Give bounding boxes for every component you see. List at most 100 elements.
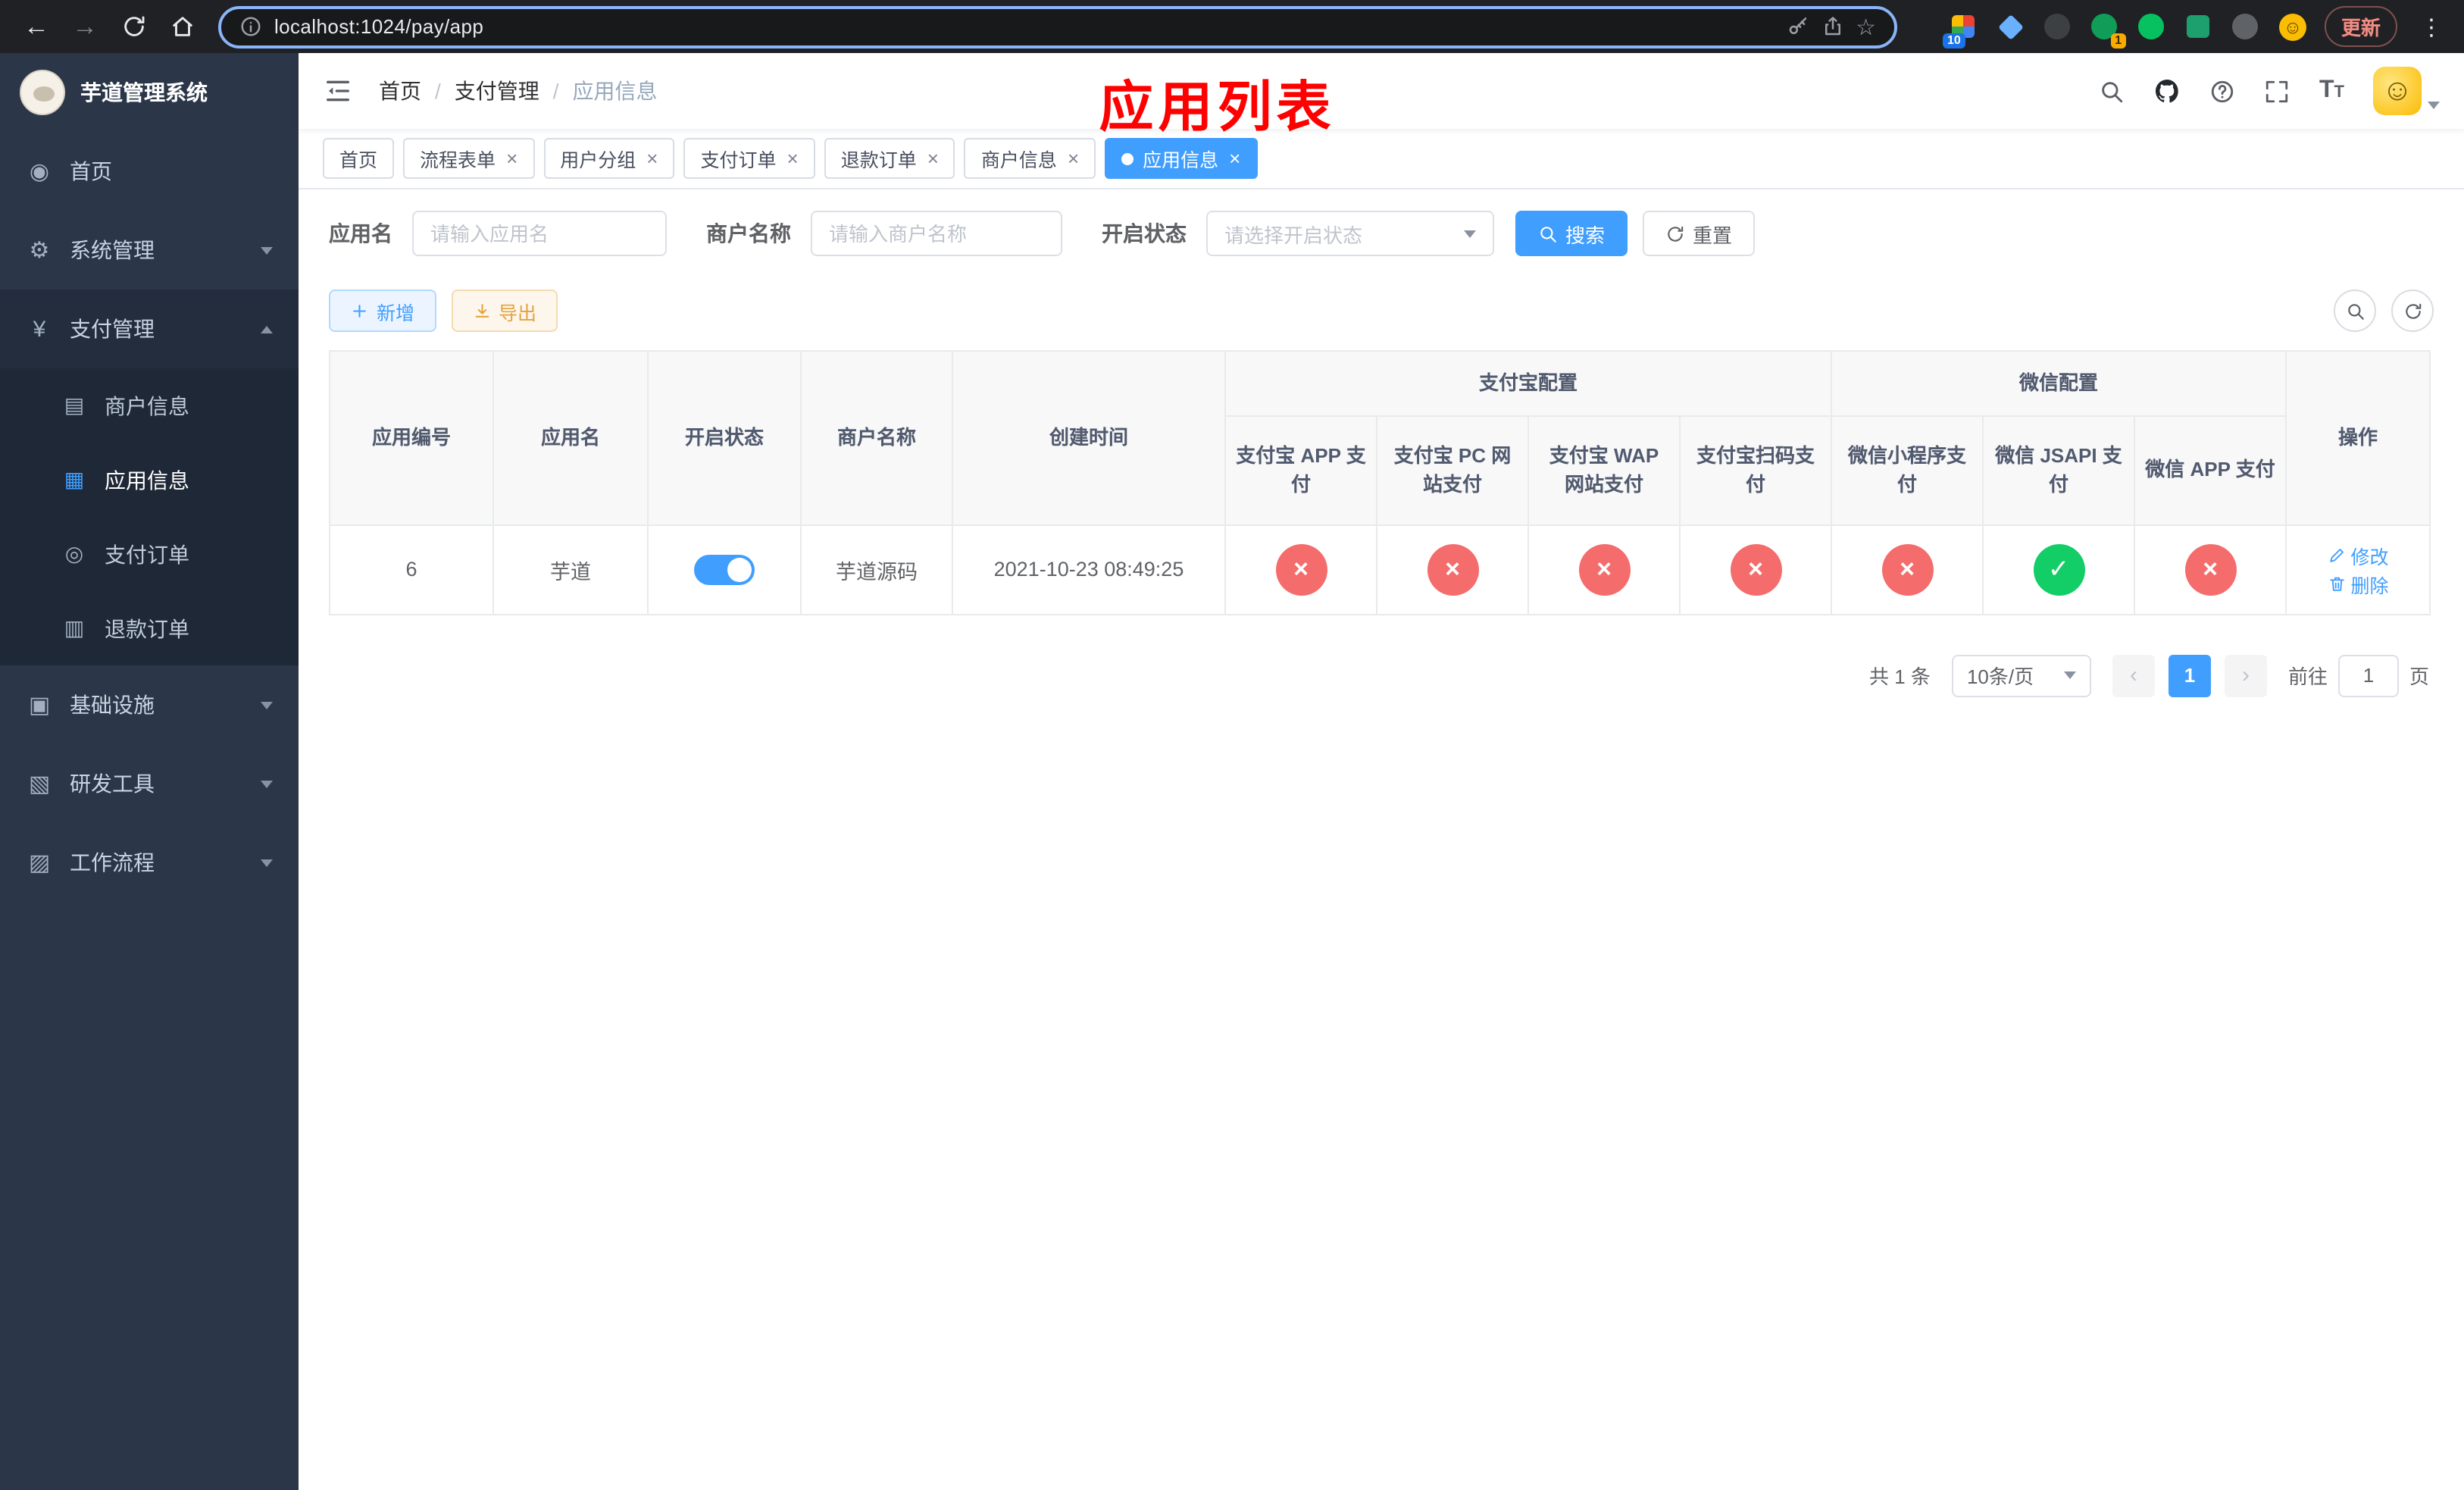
sidebar-item-pay-order[interactable]: ◎ 支付订单 [0,517,299,591]
extension-badge: 10 [1942,33,1965,48]
sidebar-item-infra[interactable]: ▣ 基础设施 [0,665,299,744]
delete-link[interactable]: 删除 [2328,569,2389,598]
diamond-extension-icon[interactable] [1996,11,2026,42]
dark-extension-icon[interactable] [2043,11,2073,42]
sidebar-item-dev-tools[interactable]: ▧ 研发工具 [0,744,299,823]
close-tab-icon[interactable]: × [506,149,518,168]
info-icon[interactable] [239,15,262,38]
user-menu[interactable]: ☺ [2373,67,2440,115]
key-icon[interactable] [1786,15,1809,38]
tab-home[interactable]: 首页 [323,138,395,179]
col-create-time: 创建时间 [952,350,1226,525]
col-alipay-qr: 支付宝扫码支付 [1678,415,1833,525]
wx-app-status-icon: × [2184,543,2237,595]
tab-process-form[interactable]: 流程表单 × [403,138,535,179]
cell-actions: 修改 删除 [2285,524,2431,615]
sidebar-item-home[interactable]: ◉ 首页 [0,132,299,211]
close-tab-icon[interactable]: × [1068,149,1079,168]
browser-update-button[interactable]: 更新 [2324,6,2397,47]
table-row: 6 芋道 芋道源码 2021-10-23 08:49:25 × × × × × [329,524,2431,615]
sidebar-item-merchant-info[interactable]: ▤ 商户信息 [0,368,299,443]
back-icon[interactable]: ← [15,5,58,48]
help-icon[interactable] [2210,78,2236,104]
tab-merchant-info[interactable]: 商户信息 × [964,138,1096,179]
address-bar[interactable]: localhost:1024/pay/app ☆ [218,5,1897,48]
app-name-input[interactable] [412,211,667,256]
notes-extension-icon[interactable] [2184,11,2214,42]
tab-pay-order[interactable]: 支付订单 × [683,138,815,179]
col-wx-app: 微信 APP 支付 [2134,415,2287,525]
emoji-extension-icon[interactable]: ☺ [2278,11,2308,42]
close-tab-icon[interactable]: × [646,149,658,168]
sidebar-item-workflow[interactable]: ▨ 工作流程 [0,823,299,902]
status-toggle[interactable] [694,554,755,584]
sidebar: 芋道管理系统 ◉ 首页 ⚙ 系统管理 ¥ 支付管理 ▤ 商户信息 ▦ 应用信息 … [0,53,299,1490]
tab-user-group[interactable]: 用户分组 × [543,138,675,179]
github-icon[interactable] [2154,77,2181,105]
page-unit-label: 页 [2409,665,2429,688]
refresh-icon [2405,302,2421,318]
gear-icon: ⚙ [29,238,50,264]
order-icon: ◎ [64,541,84,565]
next-page-button[interactable]: › [2224,654,2267,696]
close-tab-icon[interactable]: × [927,149,939,168]
col-app-id: 应用编号 [329,350,494,525]
sidebar-item-system[interactable]: ⚙ 系统管理 [0,211,299,290]
main-area: 首页 / 支付管理 / 应用信息 TT ☺ 首页 流程表单 × 用户分组 × 支… [299,53,2464,1490]
forward-icon[interactable]: → [64,5,106,48]
cell-create-time: 2021-10-23 08:49:25 [952,524,1226,615]
toggle-search-button[interactable] [2334,290,2376,332]
fullscreen-icon[interactable] [2265,78,2290,104]
browser-menu-icon[interactable]: ⋮ [2414,13,2449,40]
col-wx-jsapi: 微信 JSAPI 支付 [1982,415,2136,525]
reload-icon[interactable] [112,5,155,48]
app-table: 应用编号 应用名 开启状态 商户名称 创建时间 支付宝配置 微信配置 操作 支付… [329,350,2431,615]
col-alipay-pc: 支付宝 PC 网站支付 [1376,415,1529,525]
share-icon[interactable] [1821,15,1843,38]
sidebar-fold-icon[interactable] [323,76,353,106]
current-page-button[interactable]: 1 [2168,654,2211,696]
col-merchant-name: 商户名称 [800,350,953,525]
goto-page-input[interactable] [2337,654,2399,696]
sidebar-item-refund-order[interactable]: ▥ 退款订单 [0,591,299,665]
star-icon[interactable]: ☆ [1856,13,1876,40]
url-text[interactable]: localhost:1024/pay/app [274,15,1774,38]
toolbox-icon: ▧ [28,772,51,797]
wechat-devtools-icon[interactable] [2137,11,2167,42]
add-button[interactable]: 新增 [329,290,436,332]
search-icon[interactable] [2100,78,2125,104]
reset-button[interactable]: 重置 [1643,211,1756,256]
tab-refund-order[interactable]: 退款订单 × [824,138,955,179]
edit-link[interactable]: 修改 [2328,540,2389,569]
search-button[interactable]: 搜索 [1515,211,1628,256]
puzzle-extension-icon[interactable] [2231,11,2261,42]
sidebar-logo-row[interactable]: 芋道管理系统 [0,53,299,132]
close-tab-icon[interactable]: × [787,149,799,168]
avatar-extension-icon[interactable]: 1 [2090,11,2126,48]
chevron-down-icon [2063,671,2076,679]
download-icon [474,303,489,318]
app-title: 芋道管理系统 [80,80,208,105]
merchant-name-input[interactable] [811,211,1062,256]
cell-status [647,524,802,615]
close-tab-icon[interactable]: × [1229,149,1240,168]
dashboard-icon: ◉ [29,159,50,185]
refresh-table-button[interactable] [2391,290,2434,332]
font-size-icon[interactable]: TT [2319,77,2344,105]
logo-avatar [20,70,65,115]
sidebar-item-payment[interactable]: ¥ 支付管理 [0,290,299,368]
export-button[interactable]: 导出 [451,290,558,332]
prev-page-button[interactable]: ‹ [2112,654,2155,696]
breadcrumb: 首页 / 支付管理 / 应用信息 [379,76,658,106]
home-icon[interactable] [161,5,203,48]
alipay-wap-status-icon: × [1578,543,1630,595]
sidebar-item-app-info[interactable]: ▦ 应用信息 [0,443,299,517]
tab-app-info[interactable]: 应用信息 × [1105,138,1258,179]
extensions-grid-icon[interactable]: 10 [1942,11,1979,48]
breadcrumb-home[interactable]: 首页 [379,76,421,106]
col-alipay-app: 支付宝 APP 支付 [1224,415,1377,525]
page-size-select[interactable]: 10条/页 [1951,654,2091,696]
breadcrumb-payment[interactable]: 支付管理 [455,76,539,106]
status-select[interactable]: 请选择开启状态 [1206,211,1494,256]
search-form: 应用名 商户名称 开启状态 请选择开启状态 搜索 [329,211,2434,256]
